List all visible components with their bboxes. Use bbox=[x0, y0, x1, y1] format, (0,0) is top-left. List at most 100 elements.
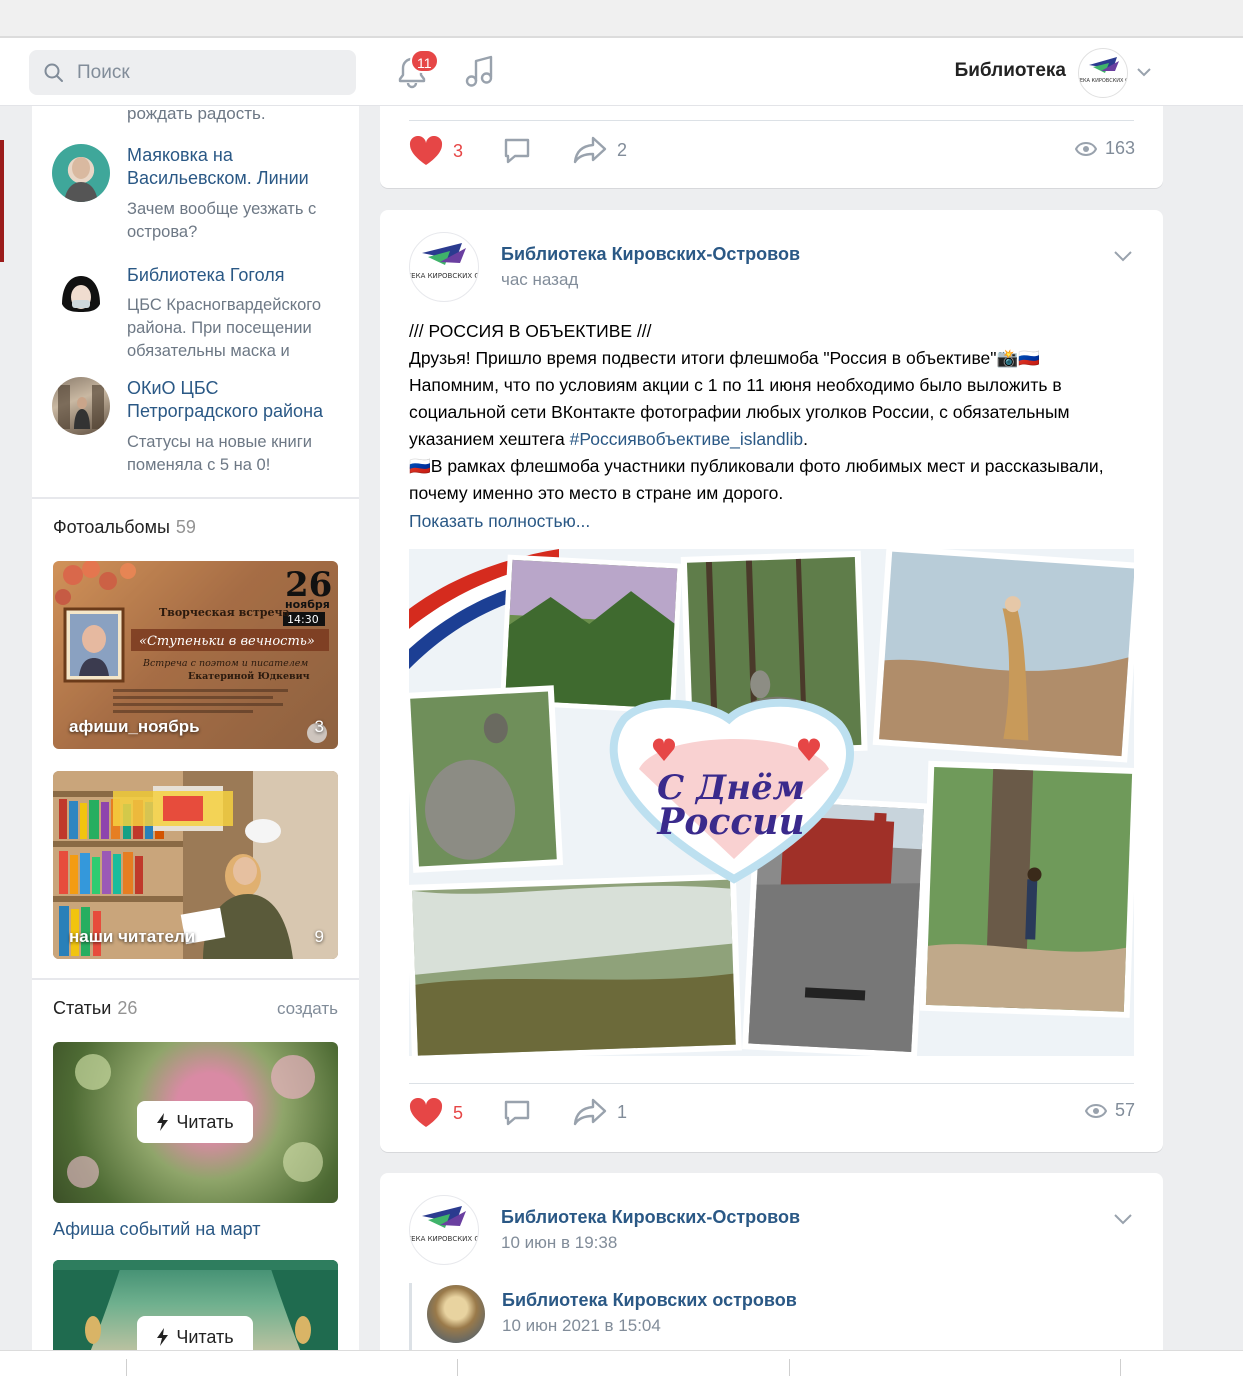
eye-icon bbox=[1074, 141, 1097, 156]
album-count: 3 bbox=[314, 717, 324, 736]
svg-text:Встреча с поэтом и писателем: Встреча с поэтом и писателем bbox=[142, 658, 308, 669]
article-card[interactable]: Читать bbox=[53, 1260, 338, 1352]
post-card: БИБЛИОТЕКА КИРОВСКИХ ОСТРОВОВ Библиотека… bbox=[380, 210, 1163, 1152]
repost-time[interactable]: 10 июн 2021 в 15:04 bbox=[502, 1316, 661, 1336]
heart-icon bbox=[409, 1098, 443, 1127]
group-description: Зачем вообще уезжать с острова? bbox=[127, 200, 317, 241]
album-label: наши читатели bbox=[69, 927, 196, 946]
section-title: Статьи bbox=[53, 998, 112, 1018]
search-input[interactable]: Поиск bbox=[29, 50, 356, 95]
group-title[interactable]: Библиотека Гоголя bbox=[127, 264, 347, 287]
show-more-link[interactable]: Показать полностью... bbox=[409, 511, 590, 532]
svg-text:БИБЛИОТЕКА КИРОВСКИХ ОСТРОВОВ: БИБЛИОТЕКА КИРОВСКИХ ОСТРОВОВ bbox=[1079, 78, 1128, 84]
sidebar: рождать радость. Маяковка на Васильевско… bbox=[32, 106, 359, 1352]
divider bbox=[32, 978, 359, 980]
comment-button[interactable] bbox=[502, 1098, 532, 1128]
svg-text:Екатериной Юдкевич: Екатериной Юдкевич bbox=[188, 671, 310, 682]
like-button[interactable]: 3 bbox=[409, 136, 463, 166]
group-avatar bbox=[52, 377, 110, 435]
article-card[interactable]: Читать bbox=[53, 1042, 338, 1203]
group-description: Статусы на новые книги поменяла с 5 на 0… bbox=[127, 433, 312, 474]
group-item[interactable]: Маяковка на Васильевском. Линии Зачем во… bbox=[32, 144, 359, 254]
views-counter: 57 bbox=[1084, 1100, 1135, 1121]
post-author[interactable]: Библиотека Кировских-Островов bbox=[501, 1207, 800, 1228]
repost-bar bbox=[409, 1283, 412, 1353]
create-article-link[interactable]: создать bbox=[277, 999, 338, 1019]
post-time[interactable]: час назад bbox=[501, 270, 578, 290]
album-label: афиши_ноябрь bbox=[69, 717, 200, 736]
views-counter: 163 bbox=[1074, 138, 1135, 159]
post-time[interactable]: 10 июн в 19:38 bbox=[501, 1233, 617, 1253]
like-button[interactable]: 5 bbox=[409, 1098, 463, 1128]
music-icon[interactable] bbox=[463, 54, 497, 90]
share-icon bbox=[573, 136, 607, 164]
separator bbox=[409, 120, 1134, 121]
album-card[interactable]: 26 ноября 14:30 Творческая встреча «Ступ… bbox=[53, 561, 338, 749]
browser-top-strip bbox=[0, 0, 1243, 38]
chevron-down-icon[interactable] bbox=[1136, 66, 1152, 78]
section-count: 59 bbox=[175, 517, 196, 537]
group-avatar bbox=[52, 144, 110, 202]
search-icon bbox=[44, 63, 63, 82]
repost-author[interactable]: Библиотека Кировских островов bbox=[502, 1290, 797, 1311]
group-avatar bbox=[52, 264, 110, 322]
top-header: Поиск 11 Библиотека БИБЛИОТЕКА КИРОВСКИХ… bbox=[0, 38, 1243, 106]
library-logo-icon: БИБЛИОТЕКА КИРОВСКИХ ОСТРОВОВ bbox=[410, 243, 479, 280]
group-description: ЦБС Красногвардейского района. При посещ… bbox=[127, 296, 322, 360]
chevron-down-icon[interactable] bbox=[1113, 250, 1133, 262]
svg-text:БИБЛИОТЕКА КИРОВСКИХ ОСТРОВОВ: БИБЛИОТЕКА КИРОВСКИХ ОСТРОВОВ bbox=[410, 1235, 479, 1243]
post-actions: 5 1 57 bbox=[380, 1098, 1163, 1138]
read-button[interactable]: Читать bbox=[137, 1316, 253, 1352]
library-logo-icon: БИБЛИОТЕКА КИРОВСКИХ ОСТРОВОВ bbox=[1079, 57, 1128, 84]
svg-text:России: России bbox=[656, 801, 804, 843]
svg-text:14:30: 14:30 bbox=[287, 613, 319, 626]
share-button[interactable]: 2 bbox=[573, 136, 627, 164]
articles-header[interactable]: Статьи 26 bbox=[53, 998, 137, 1019]
post-actions: 3 2 163 bbox=[380, 136, 1163, 176]
repost-author-avatar[interactable] bbox=[427, 1285, 485, 1343]
group-title[interactable]: ОКиО ЦБС Петроградского района bbox=[127, 377, 347, 423]
divider bbox=[32, 497, 359, 499]
post-author[interactable]: Библиотека Кировских-Островов bbox=[501, 244, 800, 265]
truncated-text: рождать радость. bbox=[127, 106, 266, 123]
section-count: 26 bbox=[117, 998, 138, 1018]
share-icon bbox=[573, 1098, 607, 1126]
share-button[interactable]: 1 bbox=[573, 1098, 627, 1126]
post-author-avatar[interactable]: БИБЛИОТЕКА КИРОВСКИХ ОСТРОВОВ bbox=[409, 232, 479, 302]
group-item[interactable]: Библиотека Гоголя ЦБС Красногвардейского… bbox=[32, 264, 359, 374]
search-placeholder: Поиск bbox=[77, 61, 130, 83]
lightning-icon bbox=[157, 1328, 169, 1346]
album-card[interactable]: наши читатели 9 bbox=[53, 771, 338, 959]
heart-icon bbox=[409, 136, 443, 165]
svg-text:ноября: ноября bbox=[285, 598, 330, 611]
comment-icon bbox=[504, 138, 530, 164]
comment-button[interactable] bbox=[502, 136, 532, 166]
article-title[interactable]: Афиша событий на март bbox=[53, 1219, 261, 1240]
read-button[interactable]: Читать bbox=[137, 1101, 253, 1143]
chevron-down-icon[interactable] bbox=[1113, 1213, 1133, 1225]
album-count: 9 bbox=[314, 927, 324, 946]
svg-text:БИБЛИОТЕКА КИРОВСКИХ ОСТРОВОВ: БИБЛИОТЕКА КИРОВСКИХ ОСТРОВОВ bbox=[410, 272, 479, 280]
svg-text:«Ступеньки в вечность»: «Ступеньки в вечность» bbox=[139, 634, 315, 649]
group-title[interactable]: Маяковка на Васильевском. Линии bbox=[127, 144, 347, 190]
notifications-badge: 11 bbox=[410, 49, 439, 73]
svg-text:Творческая встреча: Творческая встреча bbox=[159, 606, 290, 619]
library-logo-icon: БИБЛИОТЕКА КИРОВСКИХ ОСТРОВОВ bbox=[410, 1206, 479, 1243]
post-author-avatar[interactable]: БИБЛИОТЕКА КИРОВСКИХ ОСТРОВОВ bbox=[409, 1195, 479, 1265]
separator bbox=[409, 1083, 1134, 1084]
browser-bottom-strip bbox=[0, 1350, 1243, 1376]
photo-albums-header[interactable]: Фотоальбомы 59 bbox=[53, 517, 196, 538]
post-photo[interactable]: С Днём России bbox=[409, 549, 1134, 1056]
post-card-previous: 3 2 163 bbox=[380, 106, 1163, 188]
lightning-icon bbox=[157, 1113, 169, 1131]
hashtag-link[interactable]: #Россиявобъективе_islandlib bbox=[570, 429, 804, 449]
side-tab bbox=[0, 140, 4, 262]
profile-avatar[interactable]: БИБЛИОТЕКА КИРОВСКИХ ОСТРОВОВ bbox=[1078, 48, 1128, 98]
group-item[interactable]: ОКиО ЦБС Петроградского района Статусы н… bbox=[32, 377, 359, 487]
eye-icon bbox=[1084, 1103, 1107, 1118]
section-title: Фотоальбомы bbox=[53, 517, 170, 537]
profile-name[interactable]: Библиотека bbox=[930, 60, 1066, 82]
photo-collage: С Днём России bbox=[409, 549, 1134, 1056]
post-text: /// РОССИЯ В ОБЪЕКТИВЕ /// Друзья! Пришл… bbox=[409, 321, 1104, 503]
comment-icon bbox=[504, 1100, 530, 1126]
